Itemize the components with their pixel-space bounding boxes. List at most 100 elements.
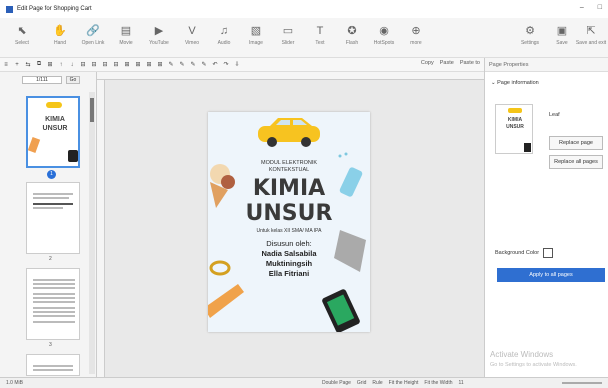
youtube-icon: ▶ [154, 25, 164, 37]
phone-illustration [322, 289, 360, 332]
apply-all-pages-button[interactable]: Apply to all pages [497, 268, 605, 282]
toolbar-icon-12[interactable]: ⊞ [123, 61, 131, 68]
status-left-text: 1.0 MiB [6, 380, 23, 386]
toolbar-icon-17[interactable]: ✎ [178, 61, 186, 68]
toolbar-icon-1[interactable]: ≡ [2, 62, 10, 68]
cover-authored-by: Disusun oleh: [266, 239, 312, 248]
hand-tool-button[interactable]: ✋ Hand [42, 20, 78, 54]
page-cover[interactable]: MODUL ELEKTRONIK KONTEKSTUAL KIMIA UNSUR… [208, 112, 370, 332]
properties-title: Page Properties [485, 58, 608, 72]
toolbar-icon-18[interactable]: ✎ [189, 61, 197, 68]
toolbar-icon-22[interactable]: ⇩ [233, 61, 241, 68]
thumb-title-2: UNSUR [42, 125, 68, 132]
toolbar-icon-16[interactable]: ✎ [167, 61, 175, 68]
grid-toggle[interactable]: Grid [357, 380, 366, 386]
hotspots-button[interactable]: ◉ HotSpots [366, 20, 402, 54]
youtube-button[interactable]: ▶ YouTube [141, 20, 177, 54]
flash-button[interactable]: ✪ Flash [334, 20, 370, 54]
text-line [33, 207, 63, 209]
vimeo-icon: V [188, 25, 196, 37]
activation-watermark: Activate Windows [490, 350, 554, 359]
page-properties-panel: Page Properties ⌄ Page information KIMIA… [484, 58, 608, 377]
open-link-button[interactable]: 🔗 Open Link [75, 20, 111, 54]
toolbar-icon-21[interactable]: ↷ [222, 61, 230, 68]
toolbar-icon-15[interactable]: ⊞ [156, 61, 164, 68]
toolbar-icon-8[interactable]: ⊟ [79, 61, 87, 68]
toolbar-icon-2[interactable]: + [13, 62, 21, 68]
replace-page-button[interactable]: Replace page [549, 136, 603, 150]
text-line [33, 293, 75, 295]
page-toolbar: ≡ + ⇆ ⧉ ⊞ ↑ ↓ ⊟ ⊟ ⊟ ⊟ ⊞ ⊞ ⊞ ⊞ ✎ ✎ ✎ ✎ ↶ ↷ ⇩ Copy Paste Paste to [0, 58, 484, 72]
more-icon: ⊕ [411, 25, 421, 37]
minimize-button[interactable]: – [580, 4, 584, 11]
maximize-button[interactable]: □ [598, 4, 602, 11]
cover-author-3: Ella Fitriani [268, 269, 310, 278]
cover-author-1: Nadia Salsabila [261, 249, 317, 258]
ribbon-toolbar: ⬉ Select ✋ Hand 🔗 Open Link ▤ Movie ▶ YouTube… [0, 18, 608, 58]
film-icon: ▤ [120, 25, 132, 37]
replace-all-pages-button[interactable]: Replace all pages [549, 155, 603, 169]
text-line [33, 203, 73, 205]
thumbnail-page-4[interactable] [26, 354, 80, 376]
background-color-label: Background Color [495, 250, 540, 256]
vimeo-button[interactable]: V Vimeo [174, 20, 210, 54]
link-icon: 🔗 [86, 25, 100, 37]
toolbar-icon-3[interactable]: ⇆ [24, 61, 32, 68]
settings-button[interactable]: ⚙ Settings [512, 20, 548, 54]
thumbnail-page-3[interactable] [26, 268, 80, 340]
background-color-picker[interactable] [543, 248, 553, 258]
zoom-slider[interactable] [562, 382, 602, 384]
thumbnail-scrollbar[interactable] [89, 92, 95, 374]
scrollbar-thumb[interactable] [90, 98, 94, 122]
image-button[interactable]: ▧ Image [238, 20, 274, 54]
app-icon [6, 5, 13, 13]
page-number-label: 2 [49, 256, 52, 262]
toolbar-icon-13[interactable]: ⊞ [134, 61, 142, 68]
page-number-badge: 1 [47, 170, 56, 179]
toolbar-icon-19[interactable]: ✎ [200, 61, 208, 68]
go-button[interactable]: Go [66, 76, 80, 84]
cover-author-2: Muktiningsih [265, 259, 313, 268]
double-page-toggle[interactable]: Double Page [322, 380, 351, 386]
select-tool-button[interactable]: ⬉ Select [4, 20, 40, 54]
cover-title-2: UNSUR [245, 201, 333, 226]
slider-button[interactable]: ▭ Slider [270, 20, 306, 54]
cursor-icon: ⬉ [17, 25, 27, 37]
toolbar-icon-7[interactable]: ↓ [68, 62, 76, 68]
thumbnail-page-1[interactable]: KIMIA UNSUR [26, 96, 80, 168]
text-line [33, 193, 73, 195]
text-icon: T [316, 25, 324, 37]
cover-subtitle-1: MODUL ELEKTRONIK [260, 160, 318, 166]
fit-width-button[interactable]: Fit the Width [424, 380, 452, 386]
title-bar: Edit Page for Shopping Cart – □ [0, 0, 608, 18]
toolbar-icon-4[interactable]: ⧉ [35, 61, 43, 68]
thumb-title-2: UNSUR [506, 124, 524, 130]
car-illustration [258, 118, 320, 147]
audio-button[interactable]: ♫ Audio [206, 20, 242, 54]
movie-button[interactable]: ▤ Movie [108, 20, 144, 54]
toolbar-icon-5[interactable]: ⊞ [46, 61, 54, 68]
text-line [33, 301, 75, 303]
toolbar-icon-9[interactable]: ⊟ [90, 61, 98, 68]
toolbar-icon-14[interactable]: ⊞ [145, 61, 153, 68]
more-button[interactable]: ⊕ more [398, 20, 434, 54]
thumbnail-panel: 1/111 Go KIMIA UNSUR 1 2 3 [0, 72, 97, 377]
page-info-section[interactable]: ⌄ Page information [491, 80, 539, 86]
toolbar-icon-6[interactable]: ↑ [57, 62, 65, 68]
save-exit-button[interactable]: ⇱ Save and exit [574, 20, 608, 54]
rule-toggle[interactable]: Rule [372, 380, 382, 386]
toolbar-icon-20[interactable]: ↶ [211, 61, 219, 68]
toolbar-icon-10[interactable]: ⊟ [101, 61, 109, 68]
fit-height-button[interactable]: Fit the Height [389, 380, 419, 386]
toolbar-icon-11[interactable]: ⊟ [112, 61, 120, 68]
gear-icon: ⚙ [525, 25, 535, 37]
cover-subtitle-2: KONTEKSTUAL [268, 167, 310, 173]
text-line [33, 279, 75, 281]
text-button[interactable]: T Text [302, 20, 338, 54]
thumbnail-page-2[interactable] [26, 182, 80, 254]
paste-to-button[interactable]: Paste to [460, 60, 480, 66]
copy-button[interactable]: Copy [421, 60, 434, 66]
page-number-input[interactable]: 1/111 [22, 76, 62, 84]
paste-button[interactable]: Paste [440, 60, 454, 66]
current-page-thumbnail: KIMIA UNSUR [495, 104, 533, 154]
